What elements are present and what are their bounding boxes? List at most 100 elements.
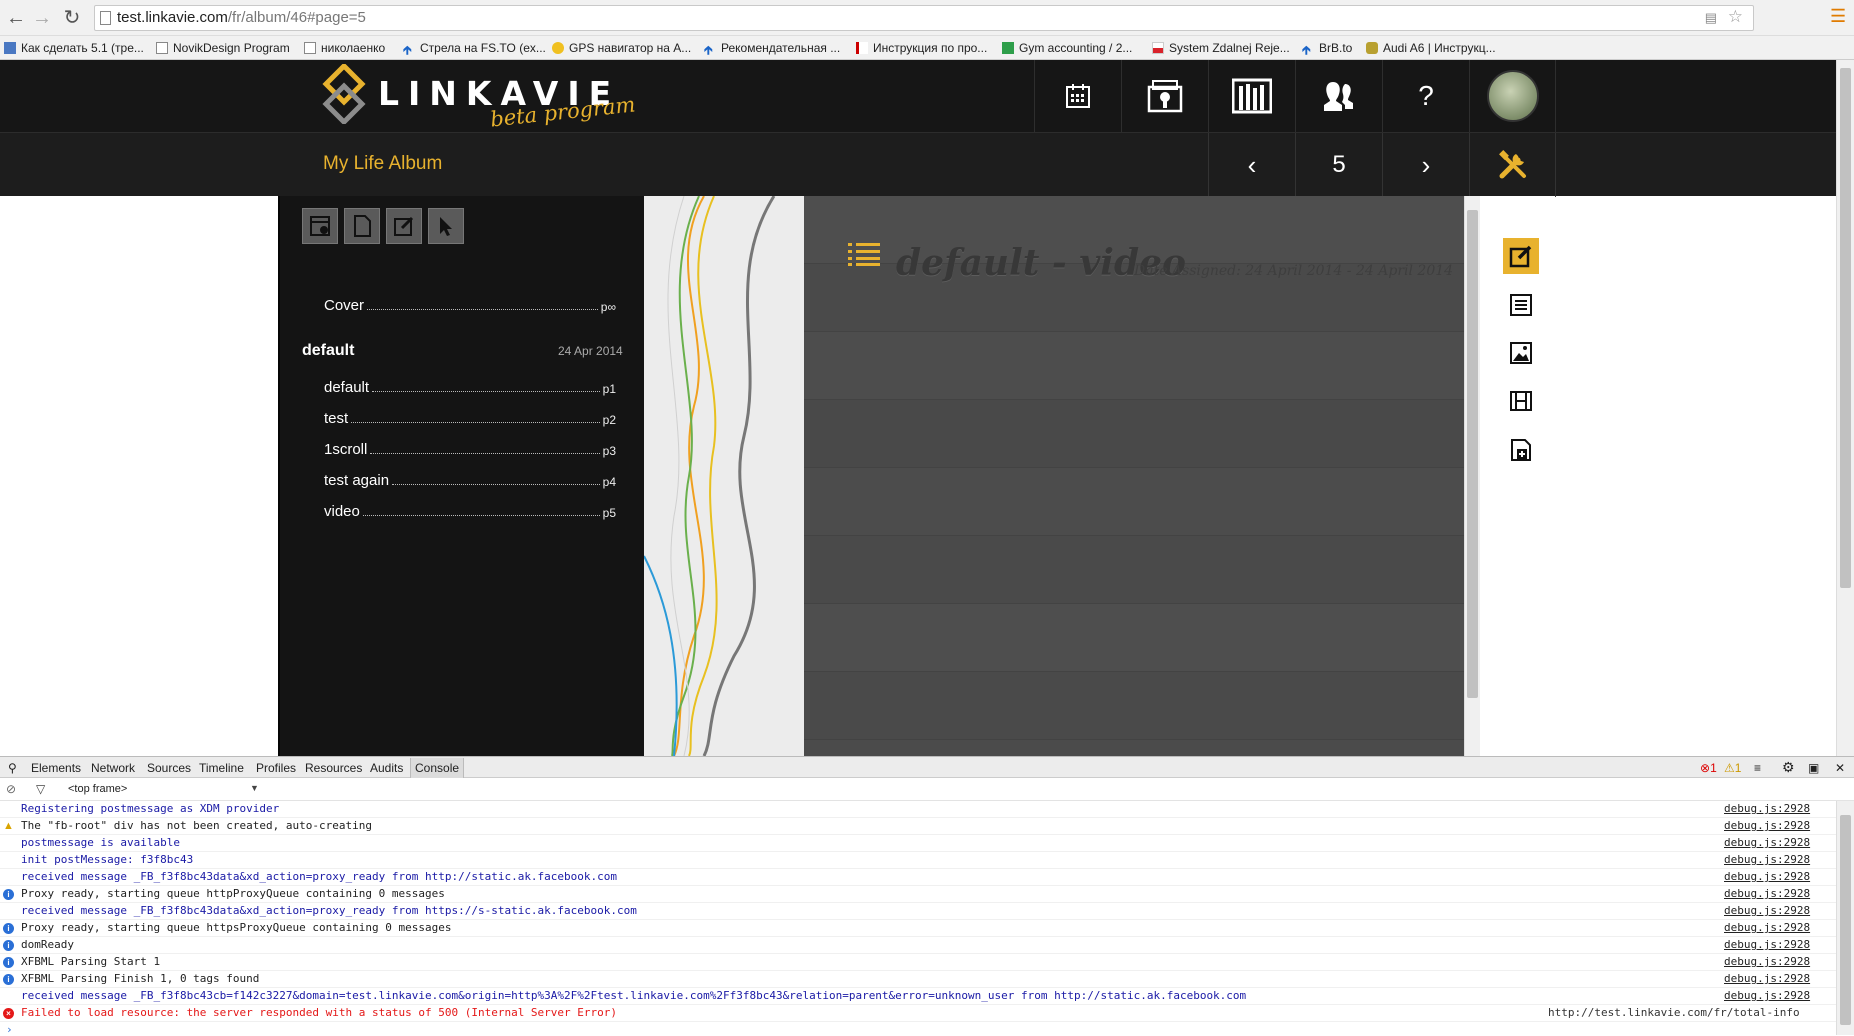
log-row[interactable]: Registering postmessage as XDM provider d… — [0, 801, 1836, 818]
bookmark-item[interactable]: Gym accounting / 2... — [1002, 40, 1132, 56]
tab-sources[interactable]: Sources — [147, 761, 191, 775]
log-row[interactable]: i XFBML Parsing Finish 1, 0 tags found deb… — [0, 971, 1836, 988]
frame-select[interactable]: <top frame> — [68, 783, 127, 795]
log-row[interactable]: postmessage is available debug.js:2928 — [0, 835, 1836, 852]
bookmark-icon — [4, 42, 16, 54]
clear-console-icon[interactable]: ⊘ — [6, 782, 16, 796]
console-drawer-icon[interactable]: ≡ — [1754, 761, 1761, 775]
list-menu-icon[interactable] — [848, 242, 880, 266]
settings-page-button[interactable] — [302, 208, 338, 244]
library-button[interactable] — [1208, 60, 1295, 132]
section-title[interactable]: default — [302, 342, 354, 360]
page-settings-icon — [310, 216, 330, 236]
bookmark-item[interactable]: николаенко — [304, 40, 385, 56]
sheet-icon — [1002, 42, 1014, 54]
album-title: My Life Album — [323, 153, 443, 174]
arrow-up-icon: 🡱 — [1302, 43, 1311, 57]
tools-button[interactable] — [1469, 133, 1556, 197]
filter-icon[interactable]: ▽ — [36, 782, 45, 796]
tab-timeline[interactable]: Timeline — [199, 761, 244, 775]
profile-button[interactable] — [1469, 60, 1556, 132]
bookmark-item[interactable]: 🡱 BrB.to — [1302, 40, 1352, 57]
page-number: 5 — [1295, 133, 1382, 197]
toc-item[interactable]: test again p4 — [324, 469, 616, 489]
calendar-button[interactable] — [1034, 60, 1121, 132]
library-icon — [1232, 78, 1272, 114]
edit-text-tool[interactable] — [1503, 238, 1539, 274]
help-button[interactable]: ? — [1382, 60, 1469, 132]
add-image-tool[interactable] — [1503, 335, 1539, 371]
back-arrow-icon[interactable]: ← — [4, 6, 28, 30]
toc-item-cover[interactable]: Cover p∞ — [324, 294, 616, 314]
tab-console[interactable]: Console — [410, 758, 465, 778]
bookmark-star-icon[interactable]: ☆ — [1728, 5, 1743, 29]
info-icon: i — [3, 923, 14, 934]
tab-profiles[interactable]: Profiles — [256, 761, 296, 775]
flag-icon — [1152, 42, 1164, 54]
gear-icon[interactable]: ⚙ — [1782, 759, 1795, 776]
translate-icon[interactable]: ▤ — [1705, 6, 1717, 30]
page-scrollbar[interactable] — [1464, 196, 1480, 756]
gps-icon — [552, 42, 564, 54]
tab-resources[interactable]: Resources — [305, 761, 362, 775]
tab-network[interactable]: Network — [91, 761, 135, 775]
error-count-icon[interactable]: ⊗1 — [1700, 761, 1717, 775]
toc-item[interactable]: video p5 — [324, 500, 616, 520]
bookmark-item[interactable]: Инструкция по про... — [856, 40, 987, 56]
console-prompt-icon[interactable]: › — [6, 1023, 13, 1036]
text-block-icon — [1510, 294, 1532, 316]
tab-audits[interactable]: Audits — [370, 761, 403, 775]
tab-elements[interactable]: Elements — [31, 761, 81, 775]
logo-icon[interactable] — [322, 64, 366, 124]
close-icon[interactable]: ✕ — [1835, 761, 1845, 775]
dock-icon[interactable]: ▣ — [1808, 761, 1819, 775]
log-row[interactable]: i Proxy ready, starting queue httpsProxyQ… — [0, 920, 1836, 937]
log-row[interactable]: received message _FB_f3f8bc43data&xd_act… — [0, 903, 1836, 920]
table-of-contents: Cover p∞ default 24 Apr 2014 default p1 te… — [278, 196, 644, 756]
bookmark-item[interactable]: System Zdalnej Reje... — [1152, 40, 1290, 56]
image-icon — [1510, 342, 1532, 364]
album-button[interactable] — [1121, 60, 1208, 132]
toc-item[interactable]: default p1 — [324, 376, 616, 396]
window-scrollbar[interactable] — [1836, 60, 1854, 756]
log-row[interactable]: i domReady debug.js:2928 — [0, 937, 1836, 954]
scrollbar-thumb[interactable] — [1840, 68, 1851, 588]
chevron-down-icon[interactable]: ▼ — [250, 783, 259, 793]
next-page-button[interactable]: › — [1382, 133, 1469, 197]
bookmark-item[interactable]: Audi A6 | Инструкц... — [1366, 40, 1496, 56]
contacts-button[interactable] — [1295, 60, 1382, 132]
scrollbar-thumb[interactable] — [1467, 210, 1478, 698]
log-row-error[interactable]: × Failed to load resource: the server res… — [0, 1005, 1836, 1022]
log-row[interactable]: received message _FB_f3f8bc43cb=f142c322… — [0, 988, 1836, 1005]
edit-button[interactable] — [386, 208, 422, 244]
add-video-tool[interactable] — [1503, 383, 1539, 419]
scrollbar-thumb[interactable] — [1840, 815, 1851, 1025]
log-row[interactable]: init postMessage: f3f8bc43 debug.js:2928 — [0, 852, 1836, 869]
add-file-tool[interactable] — [1503, 432, 1539, 468]
log-row[interactable]: ▲ The "fb-root" div has not been created,… — [0, 818, 1836, 835]
info-icon: i — [3, 889, 14, 900]
toc-item[interactable]: test p2 — [324, 407, 616, 427]
warning-count-icon[interactable]: ⚠1 — [1724, 761, 1741, 775]
bookmark-item[interactable]: 🡱 Рекомендательная ... — [704, 40, 840, 57]
bookmark-item[interactable]: NovikDesign Program — [156, 40, 290, 56]
add-text-tool[interactable] — [1503, 287, 1539, 323]
bookmark-item[interactable]: 🡱 Стрела на FS.TO (ex... — [403, 40, 546, 57]
bookmark-item[interactable]: Как сделать 5.1 (тре... — [4, 40, 144, 56]
bookmark-item[interactable]: GPS навигатор на A... — [552, 40, 691, 56]
console-scrollbar[interactable] — [1836, 801, 1854, 1035]
menu-icon[interactable]: ☰ — [1830, 6, 1846, 27]
log-row[interactable]: i Proxy ready, starting queue httpProxyQu… — [0, 886, 1836, 903]
url-host: test.linkavie.com — [117, 9, 228, 26]
forward-arrow-icon[interactable]: → — [30, 6, 54, 30]
select-button[interactable] — [428, 208, 464, 244]
new-page-button[interactable] — [344, 208, 380, 244]
address-bar[interactable]: test.linkavie.com/fr/album/46#page=5 ▤ ☆ — [94, 5, 1754, 31]
url-path: /fr/album/46#page=5 — [227, 9, 366, 26]
toc-item[interactable]: 1scroll p3 — [324, 438, 616, 458]
inspect-icon[interactable]: ⚲ — [8, 761, 17, 775]
log-row[interactable]: i XFBML Parsing Start 1 debug.js:2928 — [0, 954, 1836, 971]
log-row[interactable]: received message _FB_f3f8bc43data&xd_act… — [0, 869, 1836, 886]
reload-icon[interactable]: ↻ — [60, 6, 84, 30]
prev-page-button[interactable]: ‹ — [1208, 133, 1295, 197]
